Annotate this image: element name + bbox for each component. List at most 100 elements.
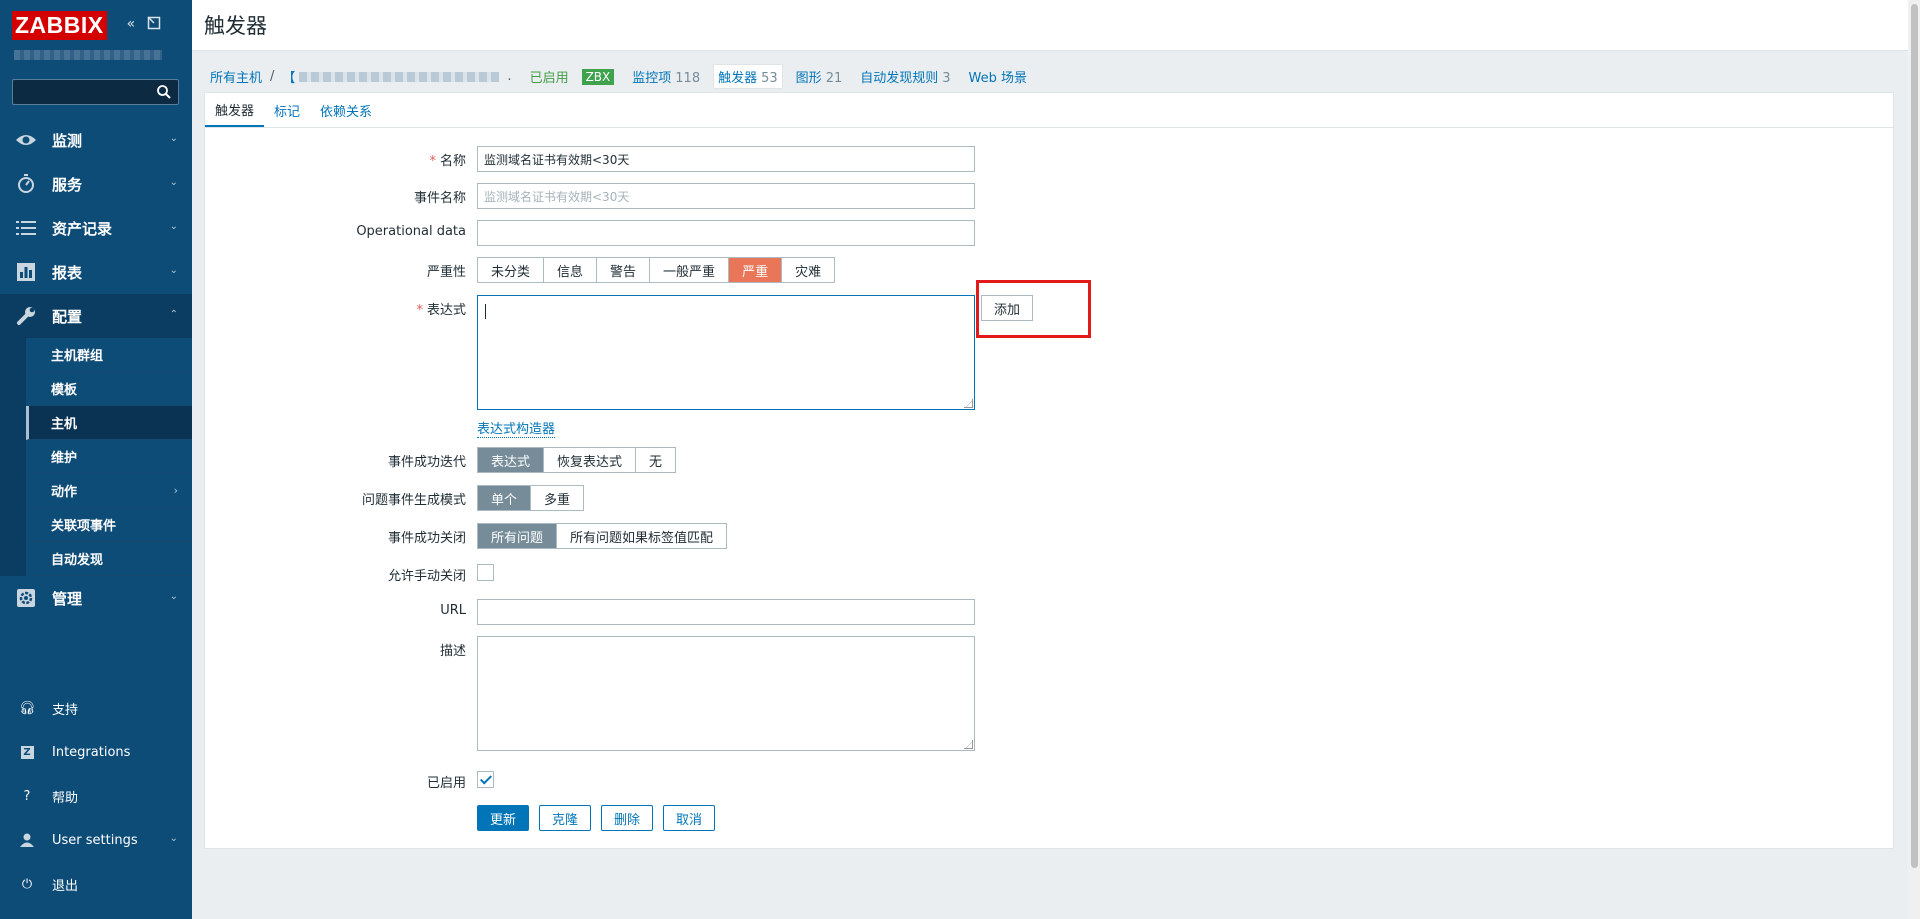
page-scrollbar[interactable] <box>1908 0 1920 919</box>
gen-mode-single[interactable]: 单个 <box>478 486 532 510</box>
enabled-label: 已启用 <box>426 776 466 791</box>
text-caret <box>485 304 486 319</box>
submenu-actions[interactable]: 动作 › <box>26 474 192 508</box>
menu-user-settings[interactable]: User settings ⌄ <box>0 818 192 862</box>
ok-event-none[interactable]: 无 <box>636 448 675 472</box>
menu-label: User settings <box>52 832 138 848</box>
expression-constructor-link[interactable]: 表达式构造器 <box>477 418 556 438</box>
description-textarea[interactable] <box>477 636 975 751</box>
ok-event-selector: 表达式 恢复表达式 无 <box>477 447 677 473</box>
graphs-count: 21 <box>825 71 843 86</box>
ok-close-selector: 所有问题 所有问题如果标签值匹配 <box>477 523 728 549</box>
ok-event-recovery-expression[interactable]: 恢复表达式 <box>544 448 637 472</box>
kiosk-mode-icon[interactable] <box>147 16 161 34</box>
severity-label: 严重性 <box>426 265 466 280</box>
menu-label: 支持 <box>52 702 79 718</box>
manual-close-label: 允许手动关闭 <box>387 569 466 584</box>
chevron-down-icon: ⌄ <box>169 177 178 188</box>
menu-reports[interactable]: 报表 ⌄ <box>0 250 192 294</box>
expression-label: * 表达式 <box>416 299 466 318</box>
menu-configuration[interactable]: 配置 ⌃ <box>0 294 192 338</box>
menu-sign-out[interactable]: ⏻ 退出 <box>0 862 192 906</box>
breadcrumb-web-scenarios[interactable]: Web 场景 <box>969 67 1027 86</box>
wrench-icon <box>14 306 38 326</box>
severity-information[interactable]: 信息 <box>544 258 598 282</box>
breadcrumb-host[interactable]: 【 <box>282 67 295 86</box>
name-input[interactable]: 监测域名证书有效期<30天 <box>477 146 975 172</box>
update-button[interactable]: 更新 <box>477 805 530 831</box>
ok-event-expression[interactable]: 表达式 <box>478 448 545 472</box>
submenu-hosts[interactable]: 主机 <box>26 406 192 440</box>
expression-textarea[interactable] <box>477 295 975 410</box>
menu-services[interactable]: 服务 ⌄ <box>0 162 192 206</box>
submenu-maintenance[interactable]: 维护 <box>26 440 192 474</box>
chevron-down-icon: ⌄ <box>169 833 178 844</box>
url-input[interactable] <box>477 599 975 625</box>
enabled-checkbox[interactable] <box>477 771 494 788</box>
breadcrumb-graphs[interactable]: 图形 21 <box>796 67 843 86</box>
delete-button[interactable]: 删除 <box>601 805 654 831</box>
gear-icon <box>14 588 38 608</box>
menu-administration[interactable]: 管理 ⌄ <box>0 576 192 620</box>
form-tabs: 触发器 标记 依赖关系 <box>205 93 1893 128</box>
page-header: 触发器 <box>192 0 1908 51</box>
severity-high[interactable]: 严重 <box>729 258 783 282</box>
bar-chart-icon <box>14 262 38 282</box>
row-description: 描述 <box>205 636 1893 751</box>
menu-support[interactable]: 🎧︎ 支持 <box>0 686 192 730</box>
submenu-templates[interactable]: 模板 <box>26 372 192 406</box>
severity-not-classified[interactable]: 未分类 <box>478 258 545 282</box>
resize-handle[interactable] <box>964 740 973 749</box>
host-status-enabled[interactable]: 已启用 <box>530 67 569 86</box>
tab-trigger[interactable]: 触发器 <box>205 93 265 127</box>
gen-mode-multiple[interactable]: 多重 <box>531 486 583 510</box>
ok-close-tag-match[interactable]: 所有问题如果标签值匹配 <box>557 524 726 548</box>
submenu-discovery[interactable]: 自动发现 <box>26 542 192 576</box>
eye-icon <box>14 130 38 150</box>
menu-integrations[interactable]: Z Integrations <box>0 730 192 774</box>
row-manual-close: 允许手动关闭 <box>205 564 1893 584</box>
menu-help[interactable]: ? 帮助 <box>0 774 192 818</box>
menu-monitoring[interactable]: 监测 ⌄ <box>0 118 192 162</box>
chevron-down-icon: ⌄ <box>169 591 178 602</box>
cancel-button[interactable]: 取消 <box>663 805 716 831</box>
submenu-event-correlation[interactable]: 关联项事件 <box>26 508 192 542</box>
sidebar: ZABBIX « 监测 ⌄ 服务 ⌄ 资产记录 ⌄ 报表 ⌄ 配置 ⌃ 主机群组… <box>0 0 192 919</box>
sidebar-bottom-menu: 🎧︎ 支持 Z Integrations ? 帮助 User settings … <box>0 686 192 906</box>
menu-label: 退出 <box>52 878 79 894</box>
menu-inventory[interactable]: 资产记录 ⌄ <box>0 206 192 250</box>
required-mark: * <box>429 154 436 169</box>
event-name-input[interactable]: 监测域名证书有效期<30天 <box>477 183 975 209</box>
opdata-label: Operational data <box>356 224 466 239</box>
collapse-sidebar-icon[interactable]: « <box>127 16 136 34</box>
main-menu: 监测 ⌄ 服务 ⌄ 资产记录 ⌄ 报表 ⌄ 配置 ⌃ 主机群组 模板 主机 维护 <box>0 118 192 620</box>
tab-dependencies[interactable]: 依赖关系 <box>310 93 382 127</box>
submenu-actions-label: 动作 <box>51 485 78 500</box>
severity-average[interactable]: 一般严重 <box>650 258 730 282</box>
breadcrumb-items[interactable]: 监控项 118 <box>632 67 700 86</box>
zabbix-logo[interactable]: ZABBIX <box>12 10 107 40</box>
items-label: 监控项 <box>632 71 672 86</box>
sidebar-search-input[interactable] <box>12 79 179 105</box>
name-label: * 名称 <box>429 150 466 169</box>
breadcrumb: 所有主机 / 【 . 已启用 ZBX 监控项 118 触发器 53 图形 21 自动发… <box>210 64 1045 89</box>
ok-close-all-problems[interactable]: 所有问题 <box>478 524 558 548</box>
scrollbar-thumb[interactable] <box>1911 4 1918 868</box>
clone-button[interactable]: 克隆 <box>539 805 592 831</box>
row-enabled: 已启用 <box>205 771 1893 791</box>
opdata-input[interactable] <box>477 220 975 246</box>
breadcrumb-all-hosts[interactable]: 所有主机 <box>210 67 262 86</box>
host-name-redacted[interactable] <box>299 71 500 82</box>
breadcrumb-triggers[interactable]: 触发器 53 <box>713 64 783 89</box>
manual-close-checkbox[interactable] <box>477 564 494 581</box>
severity-warning[interactable]: 警告 <box>597 258 651 282</box>
ok-event-label: 事件成功迭代 <box>387 455 466 470</box>
chevron-down-icon: ⌄ <box>169 265 178 276</box>
submenu-host-groups[interactable]: 主机群组 <box>26 338 192 372</box>
search-icon[interactable] <box>156 84 172 100</box>
tab-tags[interactable]: 标记 <box>264 93 310 127</box>
gen-mode-selector: 单个 多重 <box>477 485 585 511</box>
resize-handle[interactable] <box>964 399 973 408</box>
breadcrumb-discovery-rules[interactable]: 自动发现规则 3 <box>860 67 950 86</box>
severity-disaster[interactable]: 灾难 <box>782 258 834 282</box>
